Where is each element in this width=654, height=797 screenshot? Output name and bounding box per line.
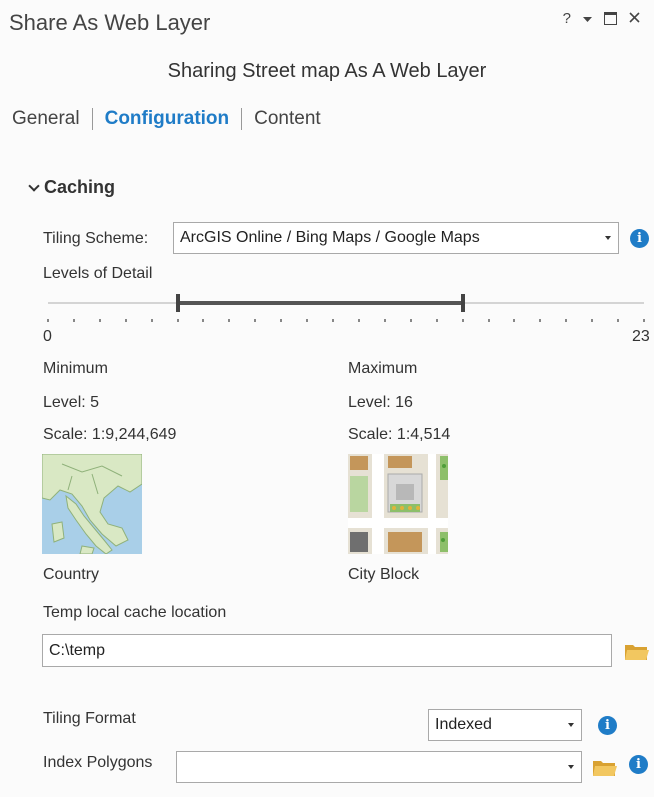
slider-tick <box>357 319 360 322</box>
tiling-format-dropdown[interactable]: Indexed <box>428 709 582 741</box>
slider-selected-range <box>177 301 463 305</box>
dropdown-arrow-icon <box>568 765 574 769</box>
slider-tick <box>254 319 257 322</box>
maximum-scale-label: Scale: <box>348 426 393 443</box>
levels-of-detail-slider[interactable] <box>47 292 645 322</box>
maximum-heading: Maximum <box>348 360 418 377</box>
tab-bar: General Configuration Content <box>12 108 321 130</box>
slider-tick <box>643 319 645 322</box>
slider-tick <box>617 319 620 322</box>
slider-tick <box>280 319 283 322</box>
folder-icon[interactable] <box>592 758 618 778</box>
slider-max-label: 23 <box>632 328 650 345</box>
slider-tick <box>565 319 568 322</box>
temp-cache-label: Temp local cache location <box>43 604 227 621</box>
minimum-level-label: Level: <box>43 394 86 411</box>
minimum-scale-row: Scale: 1:9,244,649 <box>43 426 176 444</box>
tab-divider <box>91 108 93 130</box>
country-caption: Country <box>43 566 100 583</box>
minimum-level-row: Level: 5 <box>43 394 99 412</box>
pane-title: Share As Web Layer <box>9 10 211 35</box>
slider-tick <box>409 319 412 322</box>
slider-tick <box>150 319 153 322</box>
tab-general[interactable]: General <box>12 108 80 130</box>
temp-cache-input[interactable]: C:\temp <box>42 634 612 667</box>
pane-menu-chevron-icon[interactable] <box>583 10 592 27</box>
close-icon[interactable] <box>629 10 640 27</box>
minimum-heading: Minimum <box>43 360 108 377</box>
slider-tick <box>47 319 49 322</box>
dropdown-arrow-icon <box>568 723 574 727</box>
slider-tick <box>487 319 490 322</box>
slider-tick <box>539 319 542 322</box>
minimum-scale-label: Scale: <box>43 426 88 443</box>
tab-content[interactable]: Content <box>254 108 321 130</box>
maximize-icon[interactable] <box>604 12 617 25</box>
slider-min-handle[interactable] <box>175 294 180 312</box>
slider-tick <box>176 319 179 322</box>
tiling-scheme-value: ArcGIS Online / Bing Maps / Google Maps <box>180 229 480 246</box>
tab-configuration[interactable]: Configuration <box>105 108 230 130</box>
city-block-preview-image <box>348 454 448 554</box>
slider-tick <box>332 319 335 322</box>
country-preview-image <box>42 454 142 554</box>
folder-icon[interactable] <box>624 642 650 662</box>
tiling-format-info-icon[interactable]: i <box>598 716 617 735</box>
maximum-level-row: Level: 16 <box>348 394 413 412</box>
pane-subtitle: Sharing Street map As A Web Layer <box>167 60 487 82</box>
tiling-scheme-info-icon[interactable]: i <box>630 229 649 248</box>
slider-min-label: 0 <box>43 328 52 345</box>
tiling-scheme-label: Tiling Scheme: <box>43 230 149 247</box>
maximum-scale-value: 1:4,514 <box>396 426 451 443</box>
slider-tick <box>513 319 516 322</box>
tiling-scheme-dropdown[interactable]: ArcGIS Online / Bing Maps / Google Maps <box>173 222 619 254</box>
help-button[interactable]: ? <box>563 10 571 27</box>
slider-tick <box>124 319 127 322</box>
slider-tick <box>461 319 464 322</box>
city-block-caption: City Block <box>348 566 420 583</box>
maximum-level-label: Level: <box>348 394 391 411</box>
index-polygons-info-icon[interactable]: i <box>629 755 648 774</box>
minimum-scale-value: 1:9,244,649 <box>91 426 177 443</box>
minimum-level-value: 5 <box>90 394 100 411</box>
slider-tick <box>98 319 101 322</box>
levels-of-detail-label: Levels of Detail <box>43 265 153 282</box>
slider-max-handle[interactable] <box>460 294 465 312</box>
slider-tick <box>435 319 438 322</box>
slider-tick <box>228 319 231 322</box>
maximum-level-value: 16 <box>395 394 413 411</box>
pane-controls: ? <box>563 10 640 27</box>
slider-tick <box>383 319 386 322</box>
tiling-format-label: Tiling Format <box>43 710 136 727</box>
slider-tick <box>202 319 205 322</box>
chevron-down-icon <box>28 179 40 192</box>
slider-tick <box>72 319 75 322</box>
caching-section-header[interactable]: Caching <box>28 177 116 198</box>
dropdown-arrow-icon <box>605 236 611 240</box>
index-polygons-label: Index Polygons <box>43 754 153 771</box>
tiling-format-value: Indexed <box>435 716 492 733</box>
index-polygons-dropdown[interactable] <box>176 751 582 783</box>
temp-cache-value: C:\temp <box>49 641 106 659</box>
caching-section-label: Caching <box>44 177 116 197</box>
tab-divider <box>241 108 243 130</box>
maximum-scale-row: Scale: 1:4,514 <box>348 426 450 444</box>
slider-tick <box>306 319 309 322</box>
share-web-layer-pane: Share As Web Layer ? Sharing Street map … <box>0 0 654 797</box>
slider-tick <box>591 319 594 322</box>
